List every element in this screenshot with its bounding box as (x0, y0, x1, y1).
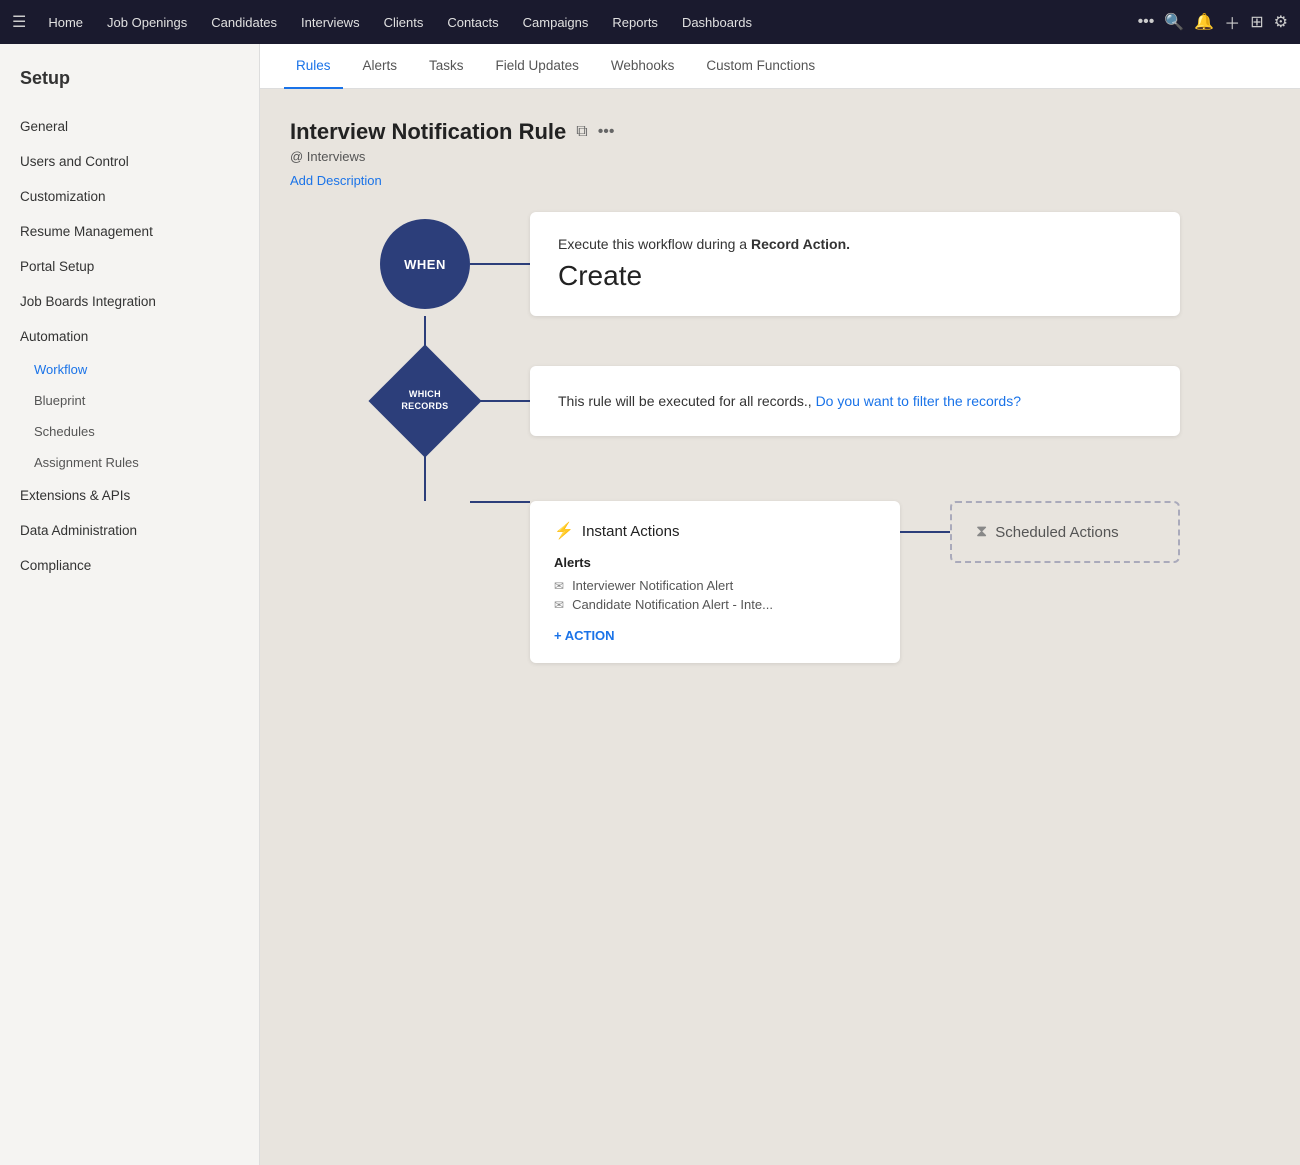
more-nav-icon[interactable]: ••• (1138, 13, 1155, 31)
instant-actions-card: ⚡ Instant Actions Alerts ✉ Interviewer N… (530, 501, 900, 663)
when-node: WHEN (380, 219, 470, 309)
search-icon[interactable]: 🔍 (1164, 12, 1184, 32)
rule-header: Interview Notification Rule ⧉ ••• @ Inte… (290, 119, 1270, 188)
instant-actions-label: Instant Actions (582, 523, 680, 540)
add-description-link[interactable]: Add Description (290, 173, 382, 188)
sidebar-item-customization[interactable]: Customization (0, 179, 259, 214)
notification-icon[interactable]: 🔔 (1194, 12, 1214, 32)
nav-action-icons: ••• 🔍 🔔 ＋ ⊞ ⚙ (1138, 10, 1288, 34)
tab-rules[interactable]: Rules (284, 44, 343, 89)
sidebar-item-schedules[interactable]: Schedules (0, 416, 259, 447)
scheduled-card-header: ⧗ Scheduled Actions (976, 523, 1154, 541)
rule-module: @ Interviews (290, 149, 1270, 164)
tab-alerts[interactable]: Alerts (351, 44, 410, 89)
when-connector-h (470, 263, 530, 265)
sidebar-item-general[interactable]: General (0, 109, 259, 144)
instant-connector-h (470, 501, 530, 503)
content-area: Interview Notification Rule ⧉ ••• @ Inte… (260, 89, 1300, 1165)
alerts-label: Alerts (554, 555, 876, 570)
add-action-link[interactable]: + ACTION (554, 628, 876, 643)
nav-dashboards[interactable]: Dashboards (672, 9, 762, 36)
more-options-icon[interactable]: ••• (598, 123, 615, 141)
tab-webhooks[interactable]: Webhooks (599, 44, 687, 89)
nav-job-openings[interactable]: Job Openings (97, 9, 197, 36)
sidebar-item-data-admin[interactable]: Data Administration (0, 513, 259, 548)
which-node-wrapper: WHICH RECORDS (380, 356, 470, 446)
nav-reports[interactable]: Reports (602, 9, 668, 36)
nav-contacts[interactable]: Contacts (437, 9, 508, 36)
copy-icon[interactable]: ⧉ (576, 123, 587, 141)
which-node: WHICH RECORDS (368, 344, 481, 457)
when-card-action: Create (558, 260, 1152, 292)
tab-custom-functions[interactable]: Custom Functions (694, 44, 827, 89)
instant-card-header: ⚡ Instant Actions (554, 521, 876, 541)
email-icon-1: ✉ (554, 579, 564, 593)
rule-title: Interview Notification Rule (290, 119, 566, 145)
when-row: WHEN Execute this workflow during a Reco… (380, 212, 1180, 316)
hourglass-icon: ⧗ (976, 523, 987, 541)
tab-tasks[interactable]: Tasks (417, 44, 476, 89)
scheduled-actions-card: ⧗ Scheduled Actions (950, 501, 1180, 563)
alert-item-1: ✉ Interviewer Notification Alert (554, 576, 876, 595)
actions-row: ⚡ Instant Actions Alerts ✉ Interviewer N… (380, 501, 1180, 663)
sidebar-title: Setup (0, 68, 259, 109)
tab-field-updates[interactable]: Field Updates (484, 44, 591, 89)
apps-icon[interactable]: ⊞ (1250, 12, 1263, 32)
nav-clients[interactable]: Clients (374, 9, 434, 36)
top-nav: ☰ Home Job Openings Candidates Interview… (0, 0, 1300, 44)
add-icon[interactable]: ＋ (1224, 10, 1240, 34)
rule-title-row: Interview Notification Rule ⧉ ••• (290, 119, 1270, 145)
menu-icon[interactable]: ☰ (12, 12, 26, 32)
settings-icon[interactable]: ⚙ (1274, 12, 1288, 32)
alert-item-2: ✉ Candidate Notification Alert - Inte... (554, 595, 876, 614)
sidebar-item-job-boards[interactable]: Job Boards Integration (0, 284, 259, 319)
sidebar-item-portal-setup[interactable]: Portal Setup (0, 249, 259, 284)
sidebar-item-assignment-rules[interactable]: Assignment Rules (0, 447, 259, 478)
email-icon-2: ✉ (554, 598, 564, 612)
sidebar-item-users-and-control[interactable]: Users and Control (0, 144, 259, 179)
nav-interviews[interactable]: Interviews (291, 9, 370, 36)
when-card-subtitle: Execute this workflow during a Record Ac… (558, 236, 1152, 252)
nav-campaigns[interactable]: Campaigns (513, 9, 599, 36)
nav-candidates[interactable]: Candidates (201, 9, 287, 36)
scheduled-connector-h (900, 531, 950, 533)
sidebar-item-compliance[interactable]: Compliance (0, 548, 259, 583)
main-content: Rules Alerts Tasks Field Updates Webhook… (260, 44, 1300, 1165)
alert-1-label[interactable]: Interviewer Notification Alert (572, 578, 733, 593)
lightning-icon: ⚡ (554, 521, 574, 541)
sidebar-item-workflow[interactable]: Workflow (0, 354, 259, 385)
sidebar-item-blueprint[interactable]: Blueprint (0, 385, 259, 416)
main-layout: Setup General Users and Control Customiz… (0, 44, 1300, 1165)
workflow-diagram: WHEN Execute this workflow during a Reco… (290, 212, 1270, 663)
tab-bar: Rules Alerts Tasks Field Updates Webhook… (260, 44, 1300, 89)
when-card: Execute this workflow during a Record Ac… (530, 212, 1180, 316)
sidebar: Setup General Users and Control Customiz… (0, 44, 260, 1165)
alert-2-label[interactable]: Candidate Notification Alert - Inte... (572, 597, 773, 612)
nav-home[interactable]: Home (38, 9, 93, 36)
sidebar-item-resume-management[interactable]: Resume Management (0, 214, 259, 249)
which-node-label: WHICH RECORDS (401, 389, 448, 412)
v-connector-2 (380, 446, 1180, 501)
scheduled-actions-label: Scheduled Actions (995, 524, 1118, 541)
v-connector-1 (380, 316, 1180, 356)
filter-records-link[interactable]: Do you want to filter the records? (816, 393, 1021, 409)
when-card-bold: Record Action. (751, 236, 850, 252)
sidebar-item-extensions-apis[interactable]: Extensions & APIs (0, 478, 259, 513)
which-card-text: This rule will be executed for all recor… (558, 393, 816, 409)
which-row: WHICH RECORDS This rule will be executed… (380, 356, 1180, 446)
sidebar-item-automation[interactable]: Automation (0, 319, 259, 354)
which-card: This rule will be executed for all recor… (530, 366, 1180, 436)
alerts-section: Alerts ✉ Interviewer Notification Alert … (554, 555, 876, 614)
